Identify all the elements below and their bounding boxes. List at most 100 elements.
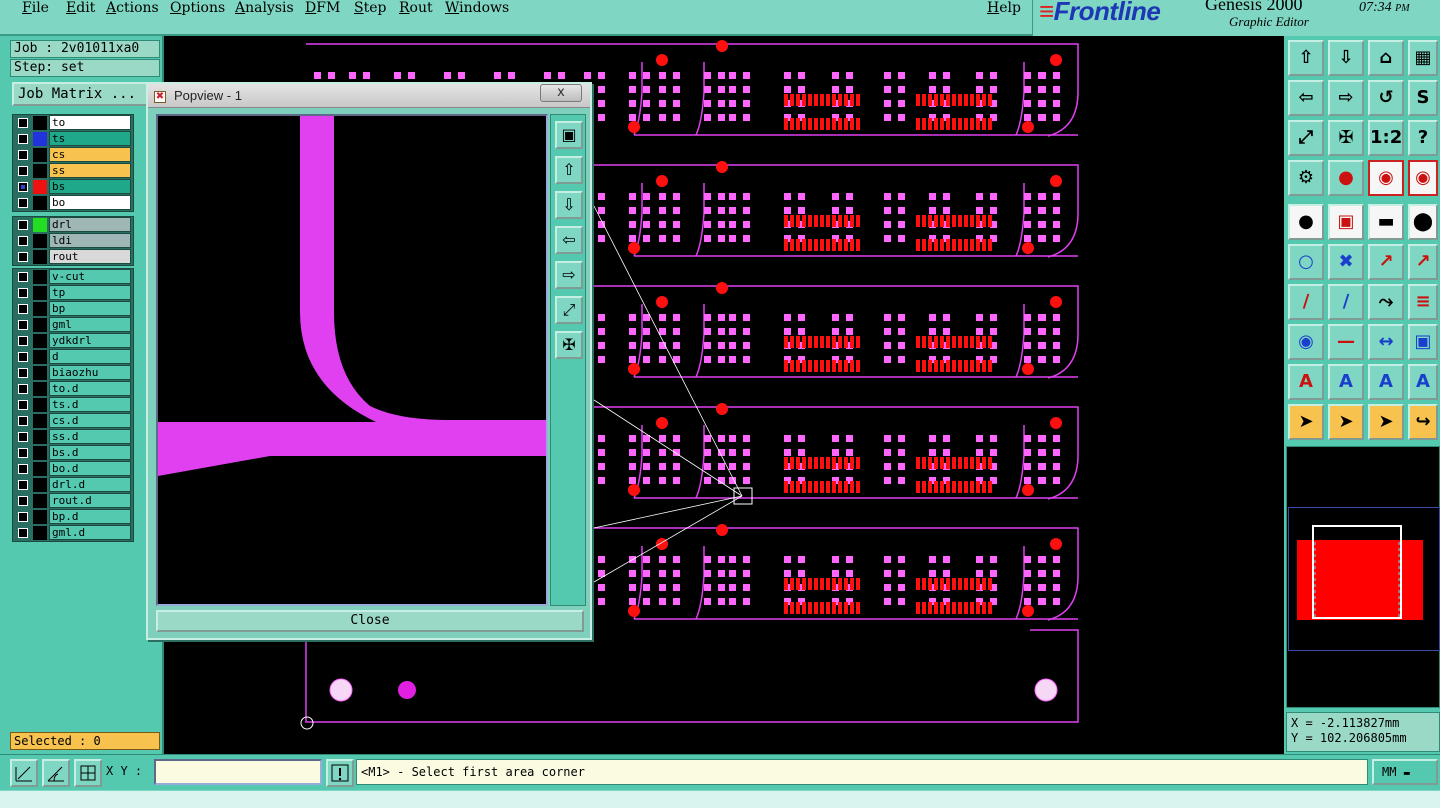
layer-row-rout[interactable]: rout [13,249,133,265]
layer-row-to[interactable]: to [13,115,133,131]
layer-name[interactable]: bp.d [49,509,131,524]
select-feature-icon[interactable]: ▣ [1328,204,1364,240]
layer-color-swatch[interactable] [33,180,47,194]
layer-checkbox[interactable] [18,198,28,208]
layer-name[interactable]: drl [49,217,131,232]
layer-color-swatch[interactable] [33,164,47,178]
layer-checkbox[interactable] [18,150,28,160]
layer-checkbox[interactable] [18,320,28,330]
arc-icon[interactable]: ⤳ [1368,284,1404,320]
layer-checkbox[interactable] [18,352,28,362]
layer-row-bp[interactable]: bp [13,301,133,317]
layer-checkbox[interactable] [18,528,28,538]
layer-checkbox[interactable] [18,252,28,262]
layer-checkbox[interactable] [18,118,28,128]
layer-row-tp[interactable]: tp [13,285,133,301]
ruler-icon[interactable]: ▬ [1368,204,1404,240]
layer-name[interactable]: bo.d [49,461,131,476]
layer-row-biaozhu[interactable]: biaozhu [13,365,133,381]
layer-row-drl[interactable]: drl [13,217,133,233]
net-split-icon[interactable]: ◉ [1408,160,1438,196]
zoom-right-icon[interactable]: ⇨ [1328,80,1364,116]
layer-name[interactable]: ss.d [49,429,131,444]
pointer-circle-icon[interactable]: ➤ [1368,404,1404,440]
move-left-icon[interactable]: ⇦ [555,226,583,254]
layer-row-ss[interactable]: ss [13,163,133,179]
layer-checkbox[interactable] [18,236,28,246]
layer-color-swatch[interactable] [33,462,47,476]
layer-name[interactable]: gml.d [49,525,131,540]
layer-name[interactable]: bo [49,195,131,210]
menu-rout[interactable]: Rout [399,0,433,16]
layer-row-cs.d[interactable]: cs.d [13,413,133,429]
layer-checkbox[interactable] [18,464,28,474]
layer-name[interactable]: ss [49,163,131,178]
menu-help[interactable]: Help [987,0,1021,16]
layer-name[interactable]: ydkdrl [49,333,131,348]
xy-input[interactable] [154,759,322,785]
layer-color-swatch[interactable] [33,196,47,210]
ratio-1-2-label-icon[interactable]: 1:2 [1368,120,1404,156]
zoom-out-icon[interactable]: ⤢ [555,296,583,324]
layer-checkbox[interactable] [18,448,28,458]
layer-checkbox[interactable] [18,496,28,506]
zoom-prev-icon[interactable]: ↺ [1368,80,1404,116]
circle-icon[interactable]: ⬤ [1408,204,1438,240]
layer-checkbox[interactable] [18,182,28,192]
layer-checkbox[interactable] [18,166,28,176]
layer-name[interactable]: bs [49,179,131,194]
menu-options[interactable]: Options [170,0,225,16]
layer-color-swatch[interactable] [33,526,47,540]
popview-close-button[interactable]: Close [156,610,584,632]
text-a-arrow-icon[interactable]: A [1408,364,1438,400]
layer-name[interactable]: gml [49,317,131,332]
layer-row-bo[interactable]: bo [13,195,133,211]
layer-color-swatch[interactable] [33,132,47,146]
layer-checkbox[interactable] [18,304,28,314]
menu-dfm[interactable]: DFM [305,0,340,16]
zoom-fit-icon[interactable]: ⤢ [1288,120,1324,156]
layer-row-ts.d[interactable]: ts.d [13,397,133,413]
layer-color-swatch[interactable] [33,446,47,460]
zoom-center-icon[interactable]: ✠ [1328,120,1364,156]
layer-name[interactable]: bs.d [49,445,131,460]
layer-name[interactable]: ts [49,131,131,146]
layer-color-swatch[interactable] [33,350,47,364]
help-icon[interactable]: ? [1408,120,1438,156]
layer-checkbox[interactable] [18,134,28,144]
layer-row-gml[interactable]: gml [13,317,133,333]
layer-row-cs[interactable]: cs [13,147,133,163]
measure-tools-icon[interactable]: ⚙ [1288,160,1324,196]
zoom-back-icon[interactable]: ⇩ [1328,40,1364,76]
layer-color-swatch[interactable] [33,494,47,508]
layer-checkbox[interactable] [18,480,28,490]
layer-color-swatch[interactable] [33,234,47,248]
move-down-icon[interactable]: ⇩ [555,191,583,219]
layer-name[interactable]: d [49,349,131,364]
layer-name[interactable]: to [49,115,131,130]
pointer-icon[interactable]: ➤ [1288,404,1324,440]
layer-name[interactable]: ts.d [49,397,131,412]
layer-name[interactable]: bp [49,301,131,316]
layer-checkbox[interactable] [18,220,28,230]
job-matrix-button[interactable]: Job Matrix ... [12,82,162,106]
layer-checkbox[interactable] [18,368,28,378]
popview-titlebar[interactable]: ✖ Popview - 1 x [148,84,590,108]
layer-color-swatch[interactable] [33,318,47,332]
pin-icon[interactable]: ● [1328,160,1364,196]
pad-arrow-icon[interactable]: ↗ [1408,244,1438,280]
menu-analysis[interactable]: Analysis [235,0,294,16]
layer-checkbox[interactable] [18,384,28,394]
menu-windows[interactable]: Windows [445,0,509,16]
text-a-outline-icon[interactable]: A [1368,364,1404,400]
layer-color-swatch[interactable] [33,334,47,348]
layer-name[interactable]: v-cut [49,269,131,284]
stretch-icon[interactable]: ↔ [1368,324,1404,360]
move-right-icon[interactable]: ⇨ [555,261,583,289]
layer-color-swatch[interactable] [33,398,47,412]
layer-row-bs[interactable]: bs [13,179,133,195]
menu-file[interactable]: File [22,0,49,16]
layer-name[interactable]: cs.d [49,413,131,428]
layer-name[interactable]: rout.d [49,493,131,508]
pointer-alt-icon[interactable]: ➤ [1328,404,1364,440]
